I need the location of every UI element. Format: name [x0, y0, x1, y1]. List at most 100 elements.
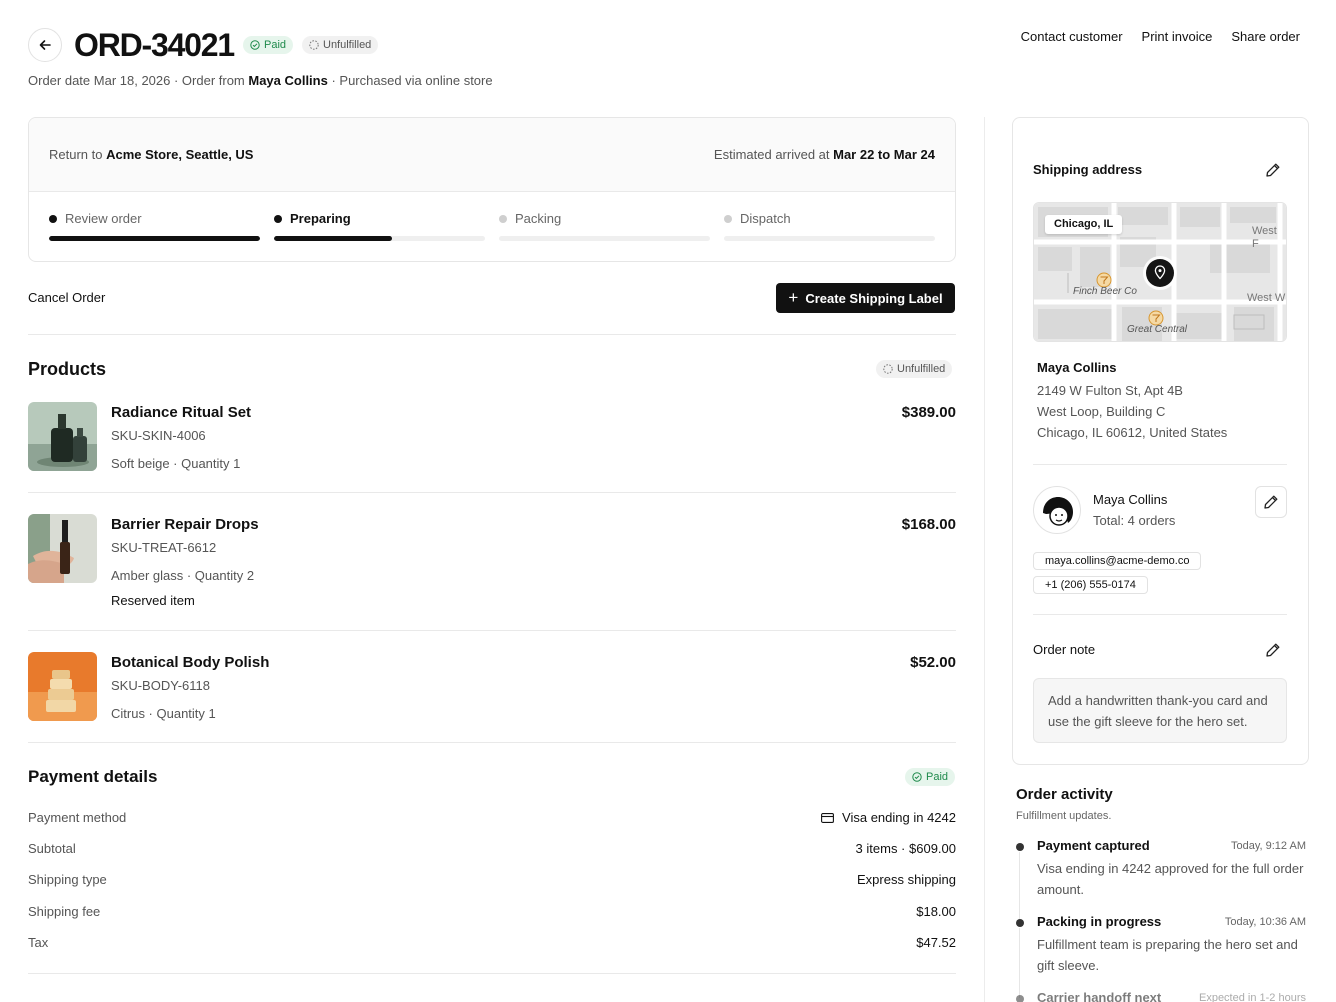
product-name: Botanical Body Polish	[111, 654, 270, 671]
customer-avatar-icon	[1043, 497, 1073, 526]
map-street-label: West W	[1247, 292, 1286, 304]
order-subline: Order date Mar 18, 2026 · Order from May…	[28, 73, 493, 88]
step-review-order: Review order	[49, 211, 260, 241]
share-order-button[interactable]: Share order	[1231, 29, 1300, 45]
customer-name[interactable]: Maya Collins	[1093, 492, 1167, 508]
activity-item: Payment captured Today, 9:12 AM Visa end…	[1016, 838, 1306, 900]
print-invoice-button[interactable]: Print invoice	[1142, 29, 1213, 45]
product-sku: SKU-BODY-6118	[111, 678, 210, 693]
map-preview[interactable]: Chicago, IL West F West W Finch Beer Co …	[1033, 202, 1287, 342]
payment-title: Payment details	[28, 767, 158, 786]
payment-row: Shipping type Express shipping	[28, 872, 956, 887]
payment-row: Shipping fee $18.00	[28, 904, 956, 919]
payment-row: Payment method Visa ending in 4242	[28, 810, 956, 825]
divider	[1033, 464, 1287, 465]
cancel-order-button[interactable]: Cancel Order	[28, 290, 105, 306]
payment-status-badge: Paid	[905, 768, 956, 786]
customer-link[interactable]: Maya Collins	[248, 73, 327, 88]
pencil-icon	[1266, 163, 1280, 177]
map-poi-marker	[1096, 272, 1112, 288]
product-name: Barrier Repair Drops	[111, 516, 259, 533]
activity-item: Packing in progress Today, 10:36 AM Fulf…	[1016, 914, 1306, 976]
map-street-label: West F	[1252, 225, 1277, 250]
product-image	[28, 402, 97, 471]
step-dot	[724, 215, 732, 223]
recipient-name: Maya Collins	[1037, 360, 1117, 375]
product-image	[28, 514, 97, 583]
contact-customer-button[interactable]: Contact customer	[1021, 29, 1123, 45]
product-name: Radiance Ritual Set	[111, 404, 252, 421]
order-note-title: Order note	[1033, 642, 1096, 657]
pencil-icon	[1266, 643, 1280, 657]
map-poi-label: Great Central	[1127, 324, 1188, 335]
step-dot	[49, 215, 57, 223]
step-dispatch: Dispatch	[724, 211, 935, 241]
step-dot	[499, 215, 507, 223]
customer-email[interactable]: maya.collins@acme-demo.co	[1033, 552, 1202, 570]
timeline-dot	[1016, 843, 1024, 851]
step-progress-bar	[49, 236, 260, 241]
order-activity-subtitle: Fulfillment updates.	[1016, 810, 1112, 822]
divider	[28, 630, 956, 631]
product-meta: Citrus · Quantity 1	[111, 706, 216, 721]
customer-phone[interactable]: +1 (206) 555-0174	[1033, 576, 1148, 594]
shipping-progress-card: Return to Acme Store, Seattle, US Estima…	[28, 117, 956, 262]
order-activity-title: Order activity	[1016, 786, 1113, 803]
fulfillment-status-badge: Unfulfilled	[302, 36, 379, 54]
step-progress-bar	[499, 236, 710, 241]
map-poi-marker	[1148, 310, 1164, 326]
step-progress-bar	[274, 236, 485, 241]
check-circle-icon	[912, 772, 922, 782]
step-preparing: Preparing	[274, 211, 485, 241]
product-sku: SKU-SKIN-4006	[111, 428, 206, 443]
reserved-item-label: Reserved item	[111, 593, 195, 608]
step-progress-bar	[724, 236, 935, 241]
map-poi-label: Finch Beer Co	[1073, 286, 1137, 297]
product-image	[28, 652, 97, 721]
activity-item: Carrier handoff next Expected in 1-2 hou…	[1016, 990, 1306, 1002]
credit-card-icon	[821, 813, 834, 823]
edit-order-note-button[interactable]	[1265, 642, 1281, 661]
edit-shipping-address-button[interactable]	[1265, 162, 1281, 181]
shipping-address-title: Shipping address	[1033, 162, 1143, 177]
divider	[28, 742, 956, 743]
estimated-arrival: Estimated arrived at Mar 22 to Mar 24	[713, 147, 935, 162]
product-item[interactable]: Barrier Repair Drops SKU-TREAT-6612 Ambe…	[28, 514, 956, 614]
product-meta: Soft beige · Quantity 1	[111, 456, 241, 471]
payment-row: Subtotal 3 items · $609.00	[28, 841, 956, 856]
timeline-dot	[1016, 995, 1024, 1002]
pencil-icon	[1264, 495, 1278, 509]
progress-steps: Review order Preparing Packing Dispatch	[29, 192, 955, 261]
product-item[interactable]: Radiance Ritual Set SKU-SKIN-4006 Soft b…	[28, 402, 956, 472]
create-shipping-label-button[interactable]: + Create Shipping Label	[776, 283, 955, 313]
address-line: 2149 W Fulton St, Apt 4B	[1037, 383, 1183, 398]
order-note-text: Add a handwritten thank-you card and use…	[1033, 678, 1287, 743]
back-button[interactable]	[28, 28, 62, 62]
arrow-left-icon	[39, 40, 51, 50]
avatar	[1033, 486, 1081, 534]
product-price: $389.00	[901, 404, 956, 421]
step-dot	[274, 215, 282, 223]
product-sku: SKU-TREAT-6612	[111, 540, 217, 555]
product-item[interactable]: Botanical Body Polish SKU-BODY-6118 Citr…	[28, 652, 956, 722]
divider	[28, 334, 956, 335]
plus-icon: +	[788, 288, 799, 307]
address-line: West Loop, Building C	[1037, 404, 1166, 419]
timeline-dot	[1016, 919, 1024, 927]
products-status-badge: Unfulfilled	[876, 360, 953, 378]
dashed-circle-icon	[883, 364, 893, 374]
step-packing: Packing	[499, 211, 710, 241]
dashed-circle-icon	[309, 40, 319, 50]
customer-order-count: Total: 4 orders	[1093, 513, 1176, 528]
header-actions: Contact customer Print invoice Share ord…	[1021, 29, 1300, 45]
divider	[28, 973, 956, 974]
check-circle-icon	[250, 40, 260, 50]
return-address: Return to Acme Store, Seattle, US	[49, 147, 254, 162]
edit-customer-button[interactable]	[1255, 486, 1287, 518]
product-meta: Amber glass · Quantity 2	[111, 568, 255, 583]
payment-row: Tax $47.52	[28, 935, 956, 950]
divider	[28, 492, 956, 493]
product-price: $52.00	[910, 654, 956, 671]
address-line: Chicago, IL 60612, United States	[1037, 425, 1228, 440]
payment-status-badge: Paid	[243, 36, 294, 54]
